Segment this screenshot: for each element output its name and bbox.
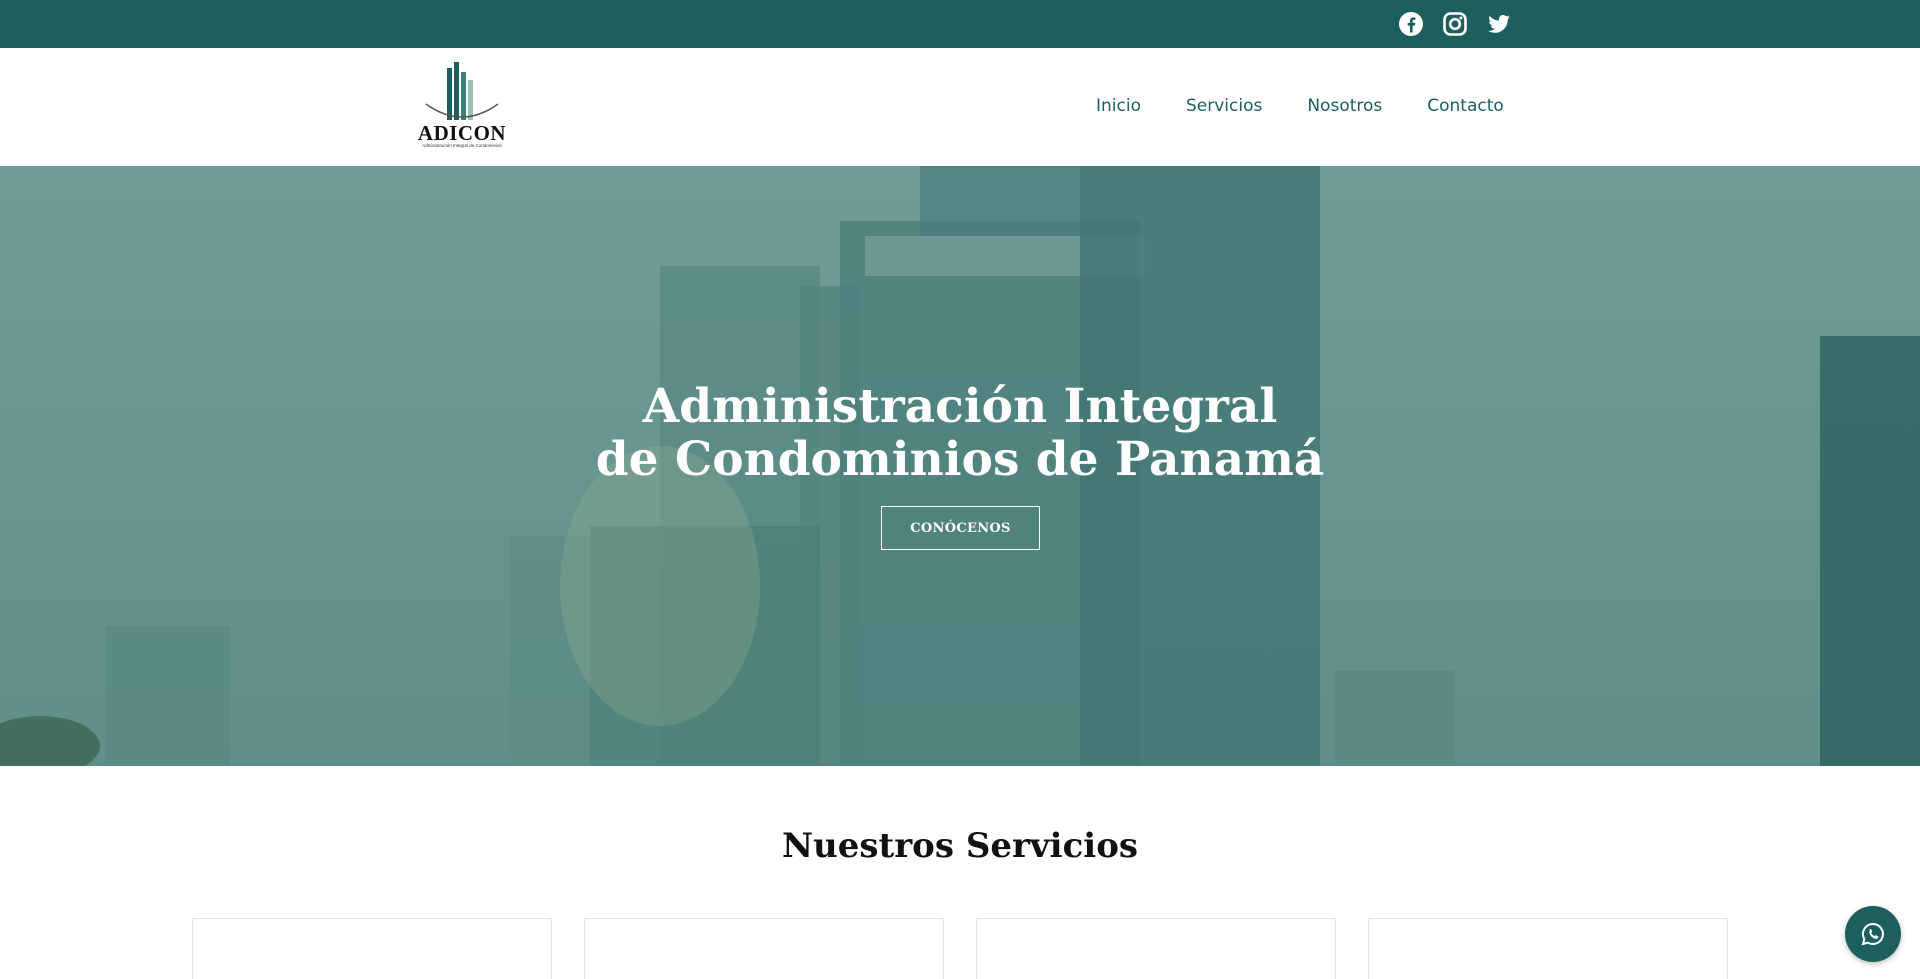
hero-banner: Administración Integral de Condominios d… [0, 166, 1920, 766]
hero-title: Administración Integral de Condominios d… [0, 380, 1920, 486]
service-card[interactable] [1368, 918, 1728, 979]
service-card[interactable] [976, 918, 1336, 979]
services-title: Nuestros Servicios [781, 826, 1139, 866]
service-card[interactable] [192, 918, 552, 979]
twitter-icon[interactable] [1486, 11, 1512, 37]
nav-item-servicios[interactable]: Servicios [1186, 96, 1262, 116]
main-nav: Inicio Servicios Nosotros Contacto [1096, 96, 1504, 116]
top-bar [0, 0, 1920, 48]
nav-item-contacto[interactable]: Contacto [1427, 96, 1504, 116]
facebook-icon[interactable] [1398, 11, 1424, 37]
service-card[interactable] [584, 918, 944, 979]
nav-item-inicio[interactable]: Inicio [1096, 96, 1141, 116]
brand-logo[interactable]: ADICON Administración Integral de Condom… [412, 60, 512, 152]
brand-tagline: Administración Integral de Condominios [422, 143, 502, 148]
instagram-icon[interactable] [1442, 11, 1468, 37]
nav-item-nosotros[interactable]: Nosotros [1307, 96, 1382, 116]
site-header: ADICON Administración Integral de Condom… [0, 48, 1920, 166]
whatsapp-button[interactable] [1845, 906, 1901, 962]
conocenos-button[interactable]: CONÓCENOS [881, 506, 1040, 550]
hero-title-line-2: de Condominios de Panamá [595, 432, 1325, 487]
hero-title-line-1: Administración Integral [642, 379, 1278, 434]
social-links [1398, 11, 1512, 37]
whatsapp-icon [1861, 922, 1884, 946]
services-cards [192, 918, 1728, 979]
